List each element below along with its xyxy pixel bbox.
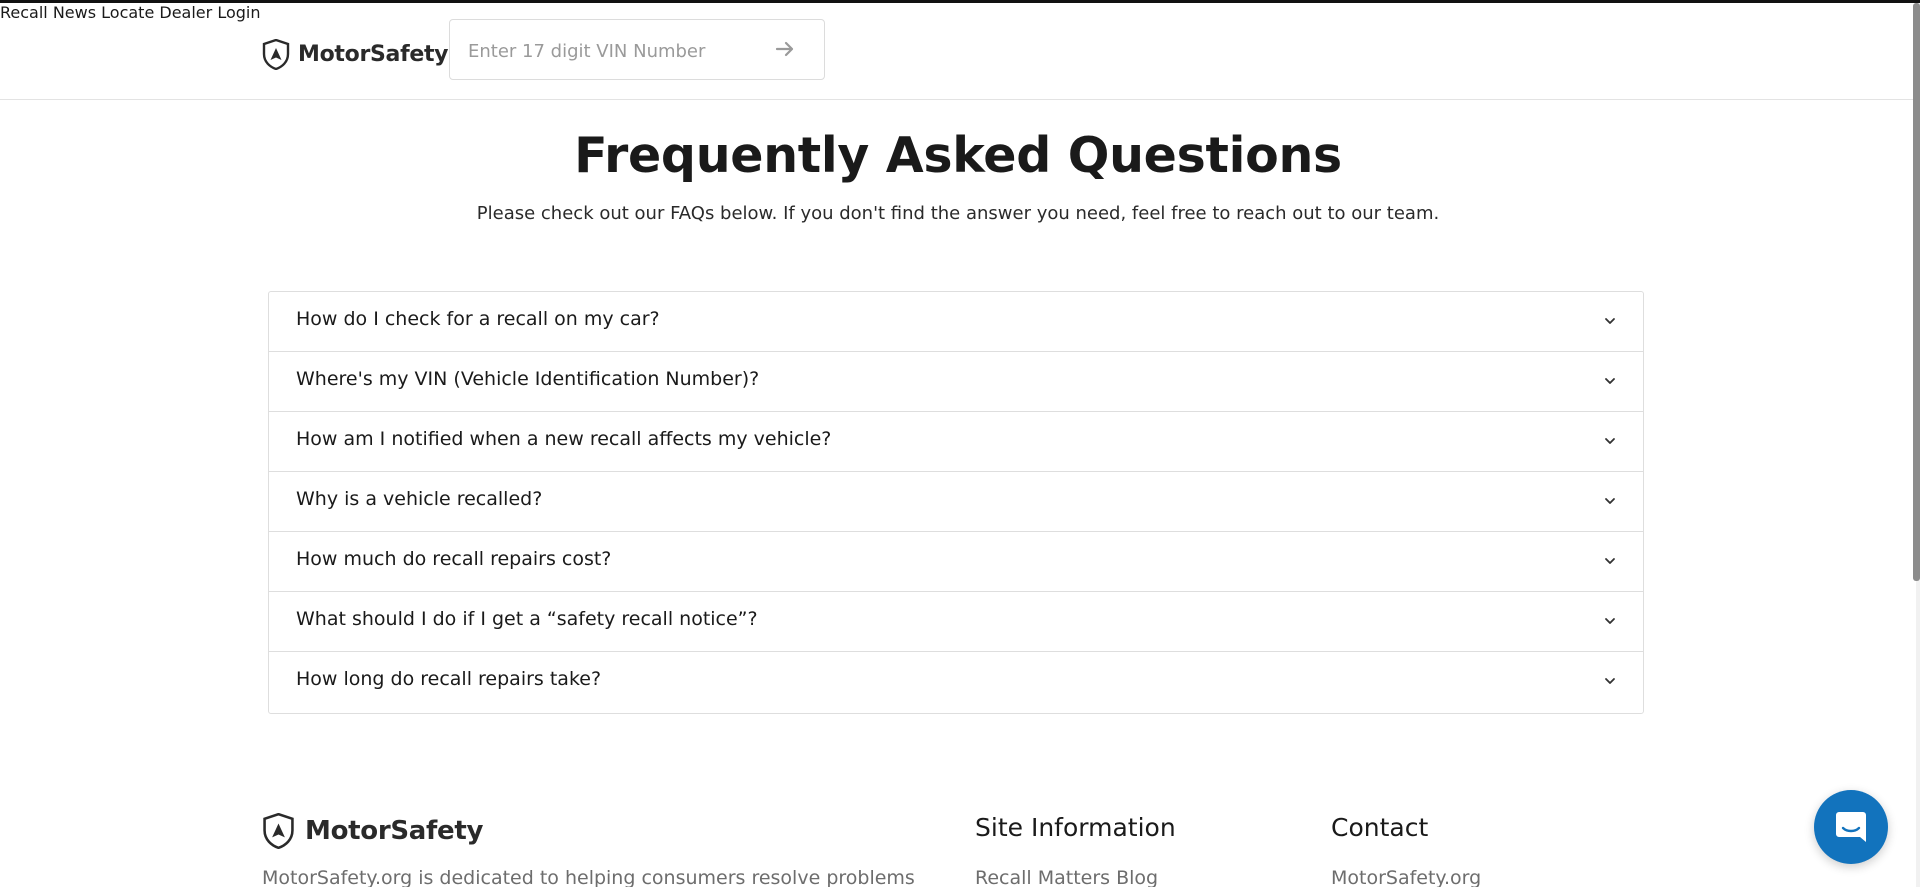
- brand-name: MotorSafety: [298, 42, 449, 67]
- footer-link-recall-matters-blog[interactable]: Recall Matters Blog: [975, 867, 1158, 887]
- vin-search-box: [449, 19, 825, 80]
- page-title: Frequently Asked Questions: [574, 127, 1342, 184]
- chevron-down-icon: [1605, 318, 1615, 324]
- main-nav: Recall News Locate Dealer Login: [0, 3, 1916, 22]
- faq-question: Where's my VIN (Vehicle Identification N…: [296, 368, 760, 390]
- nav-locate-dealer[interactable]: Locate Dealer: [101, 3, 212, 22]
- arrow-right-icon[interactable]: [772, 36, 798, 62]
- nav-recall-news[interactable]: Recall News: [0, 3, 96, 22]
- faq-question: What should I do if I get a “safety reca…: [296, 608, 758, 630]
- footer-description: MotorSafety.org is dedicated to helping …: [262, 867, 915, 887]
- faq-item[interactable]: How am I notified when a new recall affe…: [269, 412, 1643, 472]
- vin-input[interactable]: [468, 38, 768, 64]
- footer-site-info-heading: Site Information: [975, 813, 1176, 842]
- footer-link-motorsafety[interactable]: MotorSafety.org: [1331, 867, 1481, 887]
- nav-login[interactable]: Login: [217, 3, 260, 22]
- chevron-down-icon: [1605, 378, 1615, 384]
- chat-launcher-button[interactable]: [1814, 790, 1888, 864]
- footer-logo[interactable]: MotorSafety: [262, 813, 483, 849]
- footer-brand-name: MotorSafety: [305, 816, 484, 846]
- footer-contact-heading: Contact: [1331, 813, 1429, 842]
- faq-item[interactable]: How much do recall repairs cost?: [269, 532, 1643, 592]
- faq-question: How long do recall repairs take?: [296, 668, 602, 690]
- faq-item[interactable]: How long do recall repairs take?: [269, 652, 1643, 713]
- faq-item[interactable]: Why is a vehicle recalled?: [269, 472, 1643, 532]
- brand-logo[interactable]: MotorSafety: [262, 39, 449, 70]
- page-scrollbar-thumb[interactable]: [1913, 3, 1920, 581]
- chevron-down-icon: [1605, 678, 1615, 684]
- faq-item[interactable]: Where's my VIN (Vehicle Identification N…: [269, 352, 1643, 412]
- faq-item[interactable]: What should I do if I get a “safety reca…: [269, 592, 1643, 652]
- page-subtitle: Please check out our FAQs below. If you …: [476, 203, 1440, 224]
- site-header: MotorSafety Recall News Locate Dealer Lo…: [0, 3, 1916, 100]
- faq-question: Why is a vehicle recalled?: [296, 488, 543, 510]
- chevron-down-icon: [1605, 618, 1615, 624]
- faq-question: How do I check for a recall on my car?: [296, 308, 660, 330]
- faq-question: How much do recall repairs cost?: [296, 548, 612, 570]
- shield-icon: [262, 39, 290, 70]
- shield-icon: [263, 813, 294, 849]
- chevron-down-icon: [1605, 498, 1615, 504]
- faq-accordion: How do I check for a recall on my car? W…: [268, 291, 1644, 714]
- chat-bubble-icon: [1836, 812, 1866, 842]
- faq-question: How am I notified when a new recall affe…: [296, 428, 832, 450]
- chevron-down-icon: [1605, 558, 1615, 564]
- faq-item[interactable]: How do I check for a recall on my car?: [269, 292, 1643, 352]
- chevron-down-icon: [1605, 438, 1615, 444]
